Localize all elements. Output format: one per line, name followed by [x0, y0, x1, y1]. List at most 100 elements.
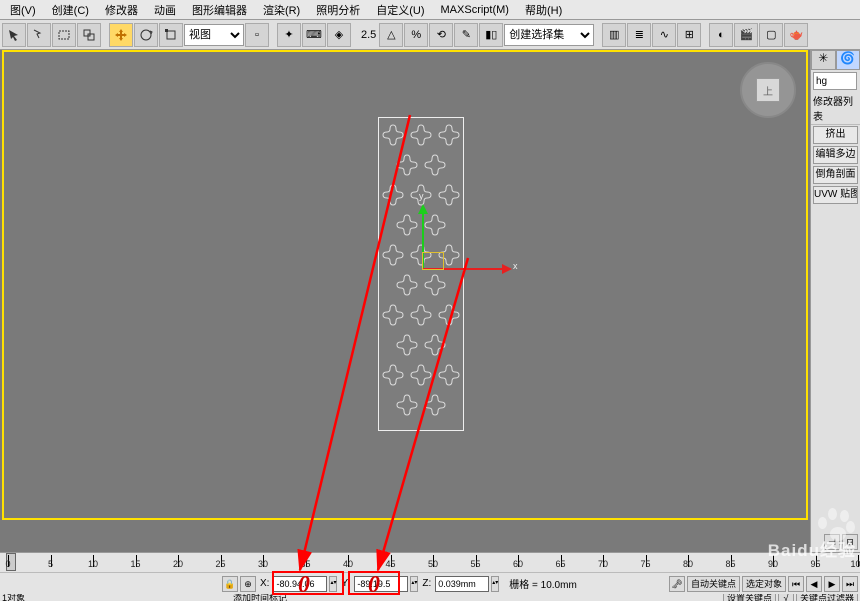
rect-select-icon[interactable] — [52, 23, 76, 47]
tick-label: 35 — [300, 559, 310, 569]
tick-label: 10 — [88, 559, 98, 569]
keyboard-shortcut-icon[interactable]: ⌨ — [302, 23, 326, 47]
prev-frame-icon[interactable]: ◀ — [806, 576, 822, 592]
render-frame-icon[interactable]: ▢ — [759, 23, 783, 47]
angle-snap-icon[interactable]: △ — [379, 23, 403, 47]
add-time-tag-label[interactable]: 添加时间标记 — [233, 594, 287, 601]
z-label: Z: — [420, 578, 433, 589]
menu-view[interactable]: 图(V) — [2, 0, 44, 20]
tick-label: 85 — [725, 559, 735, 569]
mod-editpoly-button[interactable]: 编辑多边 — [813, 146, 858, 164]
material-editor-icon[interactable]: ◐ — [709, 23, 733, 47]
curve-editor-icon[interactable]: ∿ — [652, 23, 676, 47]
grid-label: 栅格 = 10.0mm — [507, 576, 579, 591]
layers-icon[interactable]: ≣ — [627, 23, 651, 47]
baidu-watermark-label: Baidu经验 — [768, 536, 856, 561]
mod-extrude-button[interactable]: 挤出 — [813, 126, 858, 144]
named-sel-select[interactable]: 创建选择集 — [504, 24, 594, 46]
menu-grapheditor[interactable]: 图形编辑器 — [184, 0, 255, 20]
tick-label: 30 — [258, 559, 268, 569]
tick-label: 25 — [215, 559, 225, 569]
menu-lighting[interactable]: 照明分析 — [308, 0, 368, 20]
y-spinner-icon[interactable]: ▴▾ — [410, 576, 418, 592]
schematic-icon[interactable]: ⊞ — [677, 23, 701, 47]
tick-label: 45 — [385, 559, 395, 569]
snap-toggle-icon[interactable]: ◈ — [327, 23, 351, 47]
snap-angle-label: 2.5 — [359, 29, 378, 41]
select-by-name-icon[interactable] — [27, 23, 51, 47]
tick-label: 20 — [173, 559, 183, 569]
mod-bevel-button[interactable]: 倒角剖面 — [813, 166, 858, 184]
flower-cutout — [394, 212, 420, 238]
z-coord-input[interactable] — [435, 576, 489, 592]
tick-label: 15 — [130, 559, 140, 569]
tick-label: 70 — [598, 559, 608, 569]
x-axis-label: x — [513, 261, 518, 271]
flower-cutout — [422, 392, 448, 418]
modify-tab-icon[interactable]: 🌀 — [836, 50, 860, 70]
flower-cutout — [408, 182, 434, 208]
viewcube[interactable]: 上 — [740, 62, 796, 118]
percent-snap-icon[interactable]: % — [404, 23, 428, 47]
x-coord-input[interactable] — [273, 576, 327, 592]
use-center-icon[interactable]: ▫ — [245, 23, 269, 47]
render-icon[interactable]: 🫖 — [784, 23, 808, 47]
select-manipulate-icon[interactable]: ✦ — [277, 23, 301, 47]
x-spinner-icon[interactable]: ▴▾ — [329, 576, 337, 592]
align-icon[interactable]: ▥ — [602, 23, 626, 47]
flower-cutout — [436, 182, 462, 208]
menu-anim[interactable]: 动画 — [146, 0, 184, 20]
spinner-snap-icon[interactable]: ⟲ — [429, 23, 453, 47]
lock-selection-icon[interactable]: 🔒 — [222, 576, 238, 592]
flower-cutout — [380, 242, 406, 268]
menu-create[interactable]: 创建(C) — [44, 0, 97, 20]
absolute-mode-icon[interactable]: ⊕ — [240, 576, 256, 592]
viewcube-face-top[interactable]: 上 — [756, 78, 780, 102]
flower-cutout — [408, 302, 434, 328]
move-tool-icon[interactable] — [109, 23, 133, 47]
auto-key-button[interactable]: 自动关键点 — [687, 576, 740, 592]
set-key-button[interactable]: 设置关键点 — [723, 594, 776, 601]
menu-render[interactable]: 渲染(R) — [255, 0, 308, 20]
menu-help[interactable]: 帮助(H) — [517, 0, 570, 20]
rotate-tool-icon[interactable] — [134, 23, 158, 47]
tick-label: 60 — [513, 559, 523, 569]
menu-customize[interactable]: 自定义(U) — [368, 0, 432, 20]
window-crossing-icon[interactable] — [77, 23, 101, 47]
mirror-icon[interactable]: ▮▯ — [479, 23, 503, 47]
scale-tool-icon[interactable] — [159, 23, 183, 47]
y-coord-input[interactable] — [354, 576, 408, 592]
goto-start-icon[interactable]: ⏮ — [788, 576, 804, 592]
z-spinner-icon[interactable]: ▴▾ — [491, 576, 499, 592]
main-toolbar: 视图 ▫ ✦ ⌨ ◈ 2.5 △ % ⟲ ✎ ▮▯ 创建选择集 ▥ ≣ ∿ ⊞ … — [0, 20, 860, 50]
object-name-input[interactable] — [813, 72, 857, 90]
tick-label: 65 — [555, 559, 565, 569]
edit-named-sel-icon[interactable]: ✎ — [454, 23, 478, 47]
key-filter-button[interactable]: 关键点过滤器 — [796, 594, 858, 601]
status-bar: 🔒 ⊕ X: ▴▾ Y: ▴▾ Z: ▴▾ 栅格 = 10.0mm 🗝 自动关键… — [0, 572, 860, 594]
model-object[interactable]: // will append flower rows after JSON lo… — [378, 117, 464, 431]
flower-cutout — [380, 302, 406, 328]
flower-cutout — [408, 362, 434, 388]
mod-uvw-button[interactable]: UVW 贴图 — [813, 186, 858, 204]
select-object-icon[interactable] — [2, 23, 26, 47]
tick-label: 5 — [48, 559, 53, 569]
modifier-list-label[interactable]: 修改器列表 — [811, 92, 860, 125]
key-mode-icon[interactable]: 🗝 — [669, 576, 685, 592]
selected-object-button[interactable]: 选定对象 — [742, 576, 786, 592]
key-filter-icon[interactable]: √ — [778, 594, 794, 601]
flower-cutout — [394, 272, 420, 298]
play-icon[interactable]: ▶ — [824, 576, 840, 592]
menu-modifiers[interactable]: 修改器 — [97, 0, 146, 20]
ref-coord-select[interactable]: 视图 — [184, 24, 244, 46]
flower-cutout — [394, 392, 420, 418]
tick-label: 0 — [5, 559, 10, 569]
flower-cutout — [422, 332, 448, 358]
active-viewport[interactable]: 上 // will append flower rows after JSON … — [2, 50, 808, 520]
render-setup-icon[interactable]: 🎬 — [734, 23, 758, 47]
next-frame-icon[interactable]: ⏭ — [842, 576, 858, 592]
menu-maxscript[interactable]: MAXScript(M) — [433, 2, 517, 18]
status-bar-2: 1对象 添加时间标记 设置关键点 √ 关键点过滤器 — [0, 594, 860, 601]
time-slider[interactable]: 0510152025303540455055606570758085909510… — [0, 552, 860, 572]
create-tab-icon[interactable]: ✳ — [811, 50, 836, 70]
